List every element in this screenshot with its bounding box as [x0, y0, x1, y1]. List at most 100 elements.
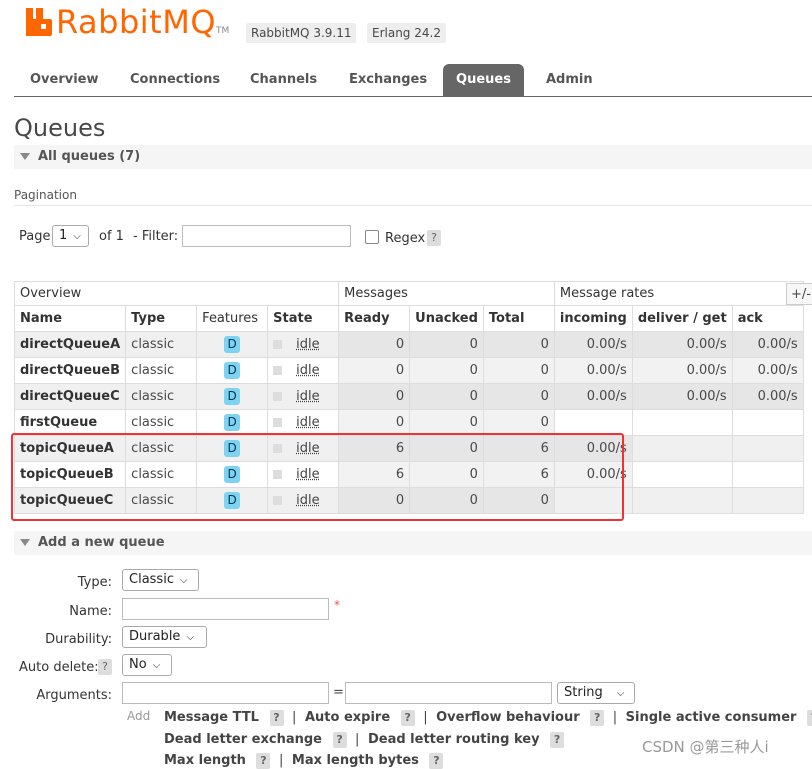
argument-type-value: String [564, 685, 603, 700]
ready-count: 0 [338, 409, 411, 436]
overflow-help-icon[interactable]: ? [590, 710, 605, 726]
deliver-rate [631, 409, 733, 436]
columns-toggle-button[interactable]: +/- [786, 283, 812, 305]
chevron-down-icon: ⌵ [616, 688, 625, 699]
durable-badge: D [224, 388, 241, 405]
col-incoming[interactable]: incoming [553, 305, 633, 332]
queue-name-link[interactable]: firstQueue [13, 409, 127, 436]
arg-dead-letter-routing-key-link[interactable]: Dead letter routing key [368, 732, 540, 747]
separator: | [355, 732, 360, 747]
pagination-label: Pagination [14, 188, 77, 202]
max-length-bytes-help-icon[interactable]: ? [429, 753, 444, 769]
queue-name-link[interactable]: directQueueA [13, 331, 127, 358]
state-label: idle [296, 363, 320, 378]
argument-key-input[interactable] [122, 682, 329, 704]
rabbitmq-logo-icon [26, 8, 52, 36]
argument-shortcuts-row1: Message TTL ? | Auto expire ? | Overflow… [164, 710, 812, 726]
col-state[interactable]: State [267, 305, 340, 332]
deliver-rate [631, 435, 733, 462]
queue-type-value: Classic [129, 572, 174, 587]
tab-connections[interactable]: Connections [114, 64, 236, 96]
unacked-count: 0 [409, 331, 484, 358]
tab-queues[interactable]: Queues [443, 64, 524, 96]
state-indicator-icon [273, 418, 283, 427]
durable-badge: D [224, 362, 241, 379]
argument-type-select[interactable]: String ⌵ [557, 682, 635, 704]
col-unacked[interactable]: Unacked [409, 305, 484, 332]
max-length-help-icon[interactable]: ? [256, 753, 271, 769]
deliver-rate [631, 487, 733, 514]
ack-rate [731, 435, 804, 462]
arg-max-length-bytes-link[interactable]: Max length bytes [292, 753, 419, 768]
queue-name-link[interactable]: directQueueB [13, 357, 127, 384]
auto-delete-help-icon[interactable]: ? [98, 659, 112, 675]
single-active-consumer-help-icon[interactable]: ? [807, 710, 812, 726]
auto-delete-select[interactable]: No ⌵ [122, 654, 172, 676]
ready-count: 0 [338, 331, 411, 358]
col-total[interactable]: Total [482, 305, 555, 332]
arg-dead-letter-exchange-link[interactable]: Dead letter exchange [164, 732, 322, 747]
tab-exchanges[interactable]: Exchanges [333, 64, 443, 96]
tab-overview[interactable]: Overview [14, 64, 115, 96]
chevron-down-icon: ⌵ [186, 632, 195, 643]
col-ack[interactable]: ack [731, 305, 804, 332]
tab-channels[interactable]: Channels [234, 64, 333, 96]
required-asterisk: * [334, 598, 340, 612]
arguments-label: Arguments: [36, 688, 112, 703]
chevron-down-icon: ⌵ [152, 660, 161, 671]
queue-name-link[interactable]: directQueueC [13, 383, 127, 410]
dead-letter-exchange-help-icon[interactable]: ? [332, 732, 347, 748]
add-queue-section-header[interactable]: Add a new queue [14, 531, 812, 555]
queue-type-select[interactable]: Classic ⌵ [122, 569, 199, 591]
incoming-rate: 0.00/s [553, 357, 633, 384]
col-ready[interactable]: Ready [338, 305, 411, 332]
logo-text: RabbitMQ [56, 3, 216, 41]
regex-help-icon[interactable]: ? [427, 230, 441, 246]
arg-max-length-link[interactable]: Max length [164, 753, 246, 768]
col-name[interactable]: Name [13, 305, 127, 332]
total-count: 0 [482, 357, 555, 384]
queue-name: firstQueue [20, 415, 98, 430]
durability-value: Durable [129, 629, 181, 644]
state-label: idle [296, 389, 320, 404]
tab-admin[interactable]: Admin [530, 64, 609, 96]
arg-single-active-consumer-link[interactable]: Single active consumer [626, 710, 797, 725]
separator: | [292, 710, 297, 725]
regex-checkbox[interactable] [365, 230, 379, 244]
all-queues-section-header[interactable]: All queues (7) [14, 145, 812, 169]
ready-count: 0 [338, 357, 411, 384]
col-deliver-get[interactable]: deliver / get [631, 305, 733, 332]
regex-label: Regex [385, 231, 426, 246]
state-indicator-icon [273, 392, 283, 401]
arg-auto-expire-link[interactable]: Auto expire [305, 710, 390, 725]
queue-name-input[interactable] [122, 598, 329, 620]
ack-rate [731, 487, 804, 514]
page-select-value: 1 [59, 228, 68, 243]
col-type[interactable]: Type [125, 305, 198, 332]
incoming-rate [553, 409, 633, 436]
durability-select[interactable]: Durable ⌵ [122, 626, 207, 648]
filter-input[interactable] [182, 225, 351, 247]
queue-type: classic [125, 331, 198, 358]
chevron-down-icon: ⌵ [73, 231, 81, 242]
state-label: idle [296, 337, 320, 352]
features-cell: D [196, 383, 269, 410]
queue-type: classic [125, 383, 198, 410]
message-ttl-help-icon[interactable]: ? [269, 710, 284, 726]
unacked-count: 0 [409, 409, 484, 436]
state-cell: idle [267, 357, 340, 384]
dead-letter-routing-key-help-icon[interactable]: ? [550, 732, 565, 748]
auto-expire-help-icon[interactable]: ? [400, 710, 415, 726]
features-cell: D [196, 357, 269, 384]
page-select[interactable]: 1 ⌵ [52, 225, 89, 247]
state-indicator-icon [273, 340, 283, 349]
arg-overflow-behaviour-link[interactable]: Overflow behaviour [436, 710, 580, 725]
auto-delete-label: Auto delete: [19, 660, 99, 675]
argument-shortcuts-row3: Max length ? | Max length bytes ? [164, 753, 444, 769]
argument-shortcuts-row2: Dead letter exchange ? | Dead letter rou… [164, 732, 565, 748]
ack-rate [731, 409, 804, 436]
group-overview: Overview [13, 281, 340, 306]
arg-message-ttl-link[interactable]: Message TTL [164, 710, 259, 725]
queue-name: directQueueB [20, 363, 121, 378]
argument-value-input[interactable] [345, 682, 552, 704]
